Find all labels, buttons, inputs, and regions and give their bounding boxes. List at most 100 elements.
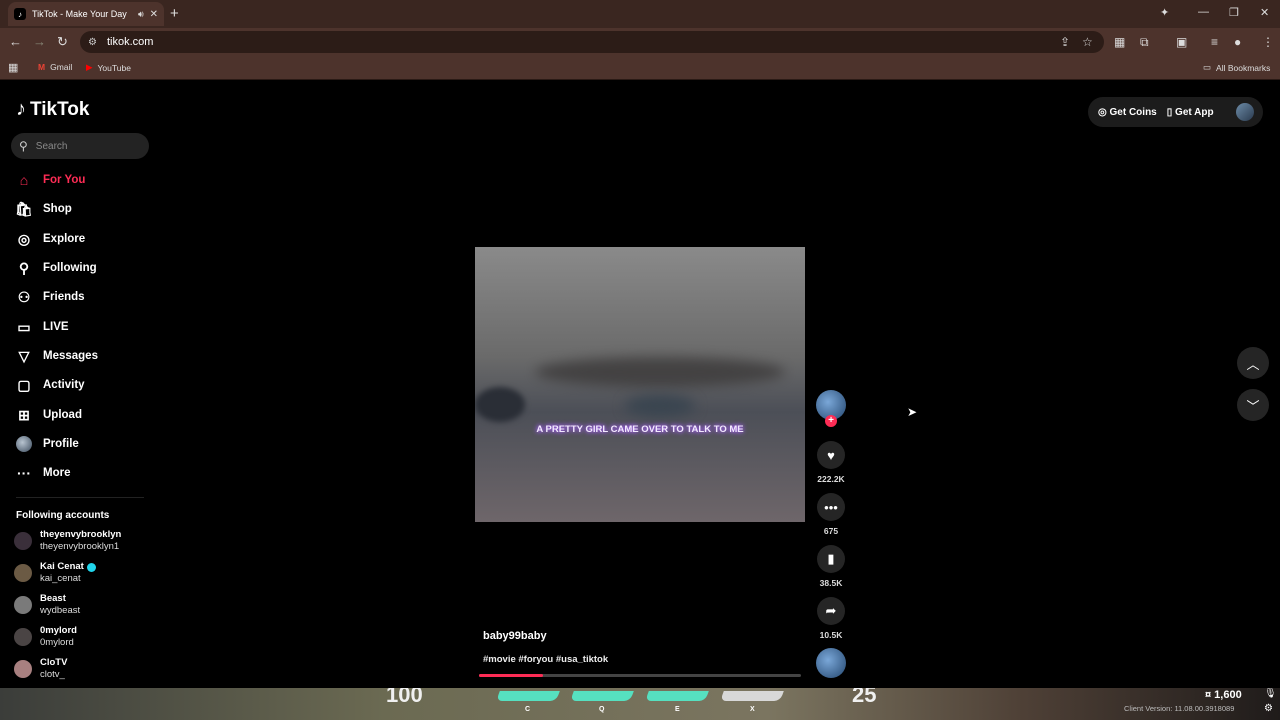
coin-icon: ◎	[1098, 106, 1107, 118]
tiktok-favicon-icon: ♪	[14, 8, 26, 20]
video-frame-shade	[475, 387, 525, 422]
url-text: tikok.com	[106, 36, 154, 48]
video-player[interactable]: A PRETTY GIRL CAME OVER TO TALK TO ME	[475, 247, 805, 522]
chevron-up-icon: ︿	[1246, 356, 1260, 372]
nav-live[interactable]: ▭ LIVE	[16, 318, 68, 335]
search-input[interactable]: ⚲ Search	[11, 133, 149, 159]
install-app-icon[interactable]: ⇪	[1060, 35, 1070, 49]
previous-video-button[interactable]: ︿	[1237, 347, 1269, 379]
nav-more[interactable]: ··· More	[16, 465, 70, 481]
get-coins-button[interactable]: ◎ Get Coins	[1098, 107, 1157, 118]
nav-profile[interactable]: Profile	[16, 436, 79, 452]
phone-icon: ▯	[1166, 106, 1173, 118]
music-disc-avatar[interactable]	[816, 648, 846, 678]
browser-tab-bar: ♪ TikTok - Make Your Day 🔊︎ ✕ + ✦ — ❐ ✕	[0, 0, 1280, 28]
nav-for-you[interactable]: ⌂ For You	[16, 172, 86, 188]
next-video-button[interactable]: ﹀	[1237, 389, 1269, 421]
close-tab-icon[interactable]: ✕	[150, 9, 158, 20]
avatar	[14, 627, 32, 646]
bookmark-star-icon[interactable]: ☆	[1082, 35, 1093, 49]
nav-upload[interactable]: ⊞ Upload	[16, 407, 82, 423]
settings-icon: ⚙︎	[1264, 703, 1273, 714]
video-caption: A PRETTY GIRL CAME OVER TO TALK TO ME	[536, 424, 744, 435]
maximize-icon[interactable]: ❐	[1229, 6, 1239, 19]
bookmark-icon: ▮	[817, 545, 845, 573]
menu-dots-icon[interactable]: ⋮	[1262, 35, 1274, 49]
bookmark-youtube[interactable]: ▶ YouTube	[86, 62, 131, 73]
forward-icon[interactable]: →	[33, 34, 46, 49]
reload-icon[interactable]: ↻	[57, 34, 68, 50]
video-frame-shade	[625, 395, 695, 417]
nav-following[interactable]: ⚲ Following	[16, 260, 97, 276]
save-button[interactable]: ▮ 38.5K	[816, 545, 846, 588]
folder-icon: ▭	[1203, 62, 1212, 72]
minimize-icon[interactable]: —	[1198, 6, 1209, 18]
site-info-icon[interactable]: ⚙︎	[88, 37, 97, 48]
side-panel-icon[interactable]: ▣	[1176, 35, 1187, 49]
credits-value: ¤ 1,600	[1205, 689, 1242, 701]
video-progress-bar[interactable]	[479, 674, 801, 677]
compass-icon: ◎	[17, 230, 31, 247]
like-button[interactable]: ♥ 222.2K	[816, 441, 846, 484]
nav-activity[interactable]: ▢ Activity	[16, 376, 84, 393]
share-button[interactable]: ➦ 10.5K	[816, 597, 846, 640]
avatar	[14, 659, 32, 678]
gmail-icon: M	[38, 62, 46, 72]
search-icon: ⚲	[19, 139, 28, 153]
comment-button[interactable]: ••• 675	[816, 493, 846, 536]
account-item[interactable]: CloTV clotv_	[14, 657, 67, 680]
account-item[interactable]: theyenvybrooklyn theyenvybrooklyn1	[14, 529, 121, 552]
avatar	[14, 595, 32, 614]
apps-grid-icon[interactable]: ▦	[8, 61, 18, 74]
back-icon[interactable]: ←	[9, 34, 22, 49]
home-icon: ⌂	[19, 172, 29, 188]
account-item[interactable]: Kai Cenat kai_cenat	[14, 561, 96, 584]
bookmark-gmail[interactable]: M Gmail	[38, 62, 72, 72]
user-avatar[interactable]	[1235, 103, 1254, 121]
extensions-puzzle-icon[interactable]: ⧉	[1140, 35, 1149, 50]
heart-icon: ♥	[817, 441, 845, 469]
follow-plus-icon[interactable]: +	[825, 415, 837, 427]
save-count: 38.5K	[819, 578, 843, 588]
live-icon: ▭	[17, 318, 31, 335]
extension-icon[interactable]: ▦	[1114, 35, 1125, 49]
share-icon: ➦	[817, 597, 845, 625]
ability-key: E	[675, 706, 680, 713]
activity-icon: ▢	[17, 376, 31, 393]
new-tab-button[interactable]: +	[170, 5, 179, 22]
ability-key: X	[750, 706, 755, 713]
avatar	[14, 531, 32, 550]
close-window-icon[interactable]: ✕	[1260, 6, 1269, 19]
browser-tab[interactable]: ♪ TikTok - Make Your Day 🔊︎ ✕	[8, 2, 164, 26]
nav-friends[interactable]: ⚇ Friends	[16, 289, 85, 305]
nav-messages[interactable]: ▽ Messages	[16, 348, 98, 364]
all-bookmarks[interactable]: ▭ All Bookmarks	[1203, 62, 1270, 73]
address-bar[interactable]: ⚙︎ tikok.com	[80, 31, 1104, 53]
comment-icon: •••	[817, 493, 845, 521]
top-right-actions: ◎ Get Coins ▯ Get App	[1088, 97, 1263, 127]
media-control-icon[interactable]: ≡	[1211, 35, 1218, 49]
video-frame-shade	[535, 357, 785, 387]
tiktok-logo[interactable]: ♪ TikTok	[16, 98, 89, 121]
more-icon: ···	[17, 465, 31, 481]
get-app-button[interactable]: ▯ Get App	[1167, 107, 1214, 118]
ability-slot	[645, 691, 709, 701]
ability-slot	[720, 691, 784, 701]
messages-icon: ▽	[18, 347, 30, 364]
speaker-icon[interactable]: 🔊︎	[138, 9, 144, 20]
shop-icon: 🛍︎	[15, 200, 33, 217]
nav-shop[interactable]: 🛍︎ Shop	[15, 200, 72, 217]
tiktok-note-icon: ♪	[16, 98, 26, 120]
health-value: 100	[386, 688, 423, 707]
account-item[interactable]: 0mylord 0mylord	[14, 625, 77, 648]
ability-key: Q	[599, 706, 605, 713]
nav-explore[interactable]: ◎ Explore	[16, 231, 85, 247]
account-item[interactable]: Beast wydbeast	[14, 593, 80, 616]
video-author-username[interactable]: baby99baby	[483, 630, 547, 642]
profile-avatar-icon[interactable]: ●	[1234, 35, 1241, 49]
chevron-down-icon: ﹀	[1246, 398, 1260, 414]
gemini-icon[interactable]: ✦	[1160, 6, 1169, 19]
video-hashtags[interactable]: #movie #foryou #usa_tiktok	[483, 654, 608, 665]
sidebar-divider	[16, 497, 144, 498]
tiktok-page: ♪ TikTok ⚲ Search ⌂ For You 🛍︎ Shop ◎ Ex…	[0, 81, 1280, 688]
